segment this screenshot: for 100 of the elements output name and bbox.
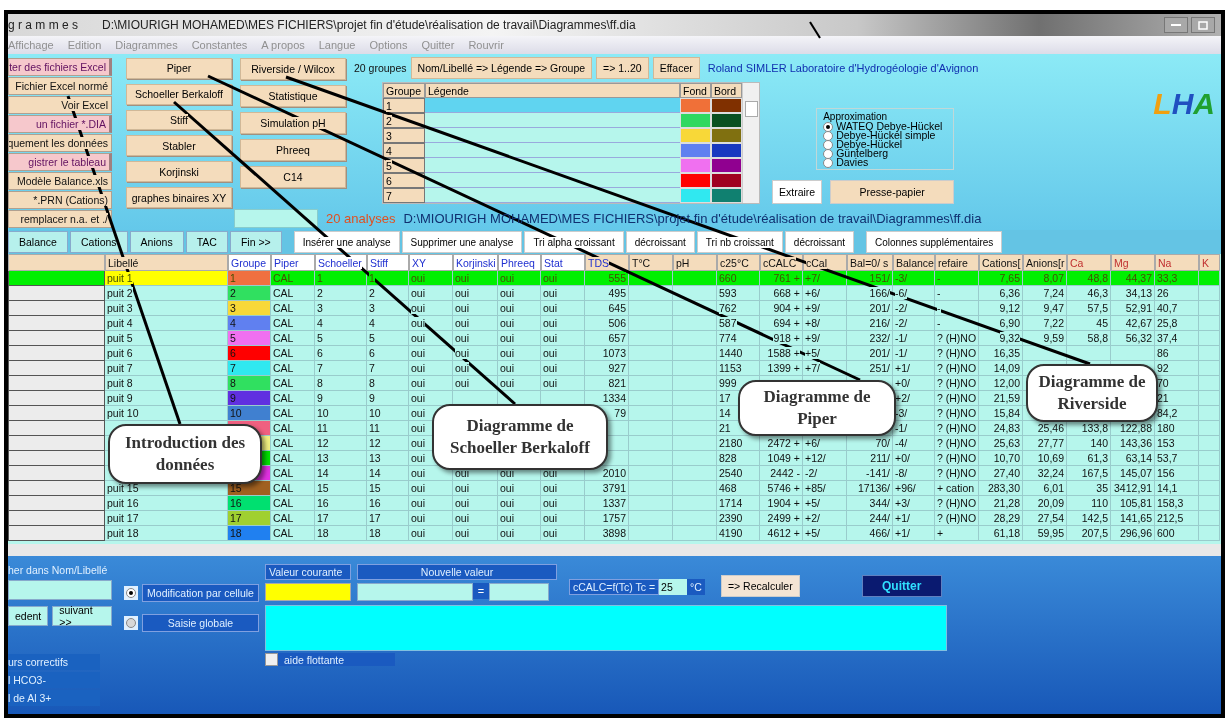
group-button[interactable]: => 1..20	[596, 57, 649, 79]
color-swatch[interactable]	[680, 113, 711, 128]
row-header[interactable]	[8, 331, 105, 346]
color-swatch[interactable]	[680, 158, 711, 173]
group-button[interactable]: Effacer	[652, 57, 700, 79]
row-header[interactable]	[8, 526, 105, 541]
column-header[interactable]: Anions[r	[1023, 254, 1067, 271]
diagram-button[interactable]: Korjinski	[126, 161, 232, 183]
row-header[interactable]	[8, 436, 105, 451]
tab[interactable]: Fin >>	[229, 231, 282, 253]
column-header[interactable]: Schoeller	[315, 254, 367, 271]
new-value-field[interactable]	[357, 583, 473, 601]
row-header[interactable]	[8, 511, 105, 526]
row-header[interactable]	[8, 316, 105, 331]
diagram-button[interactable]: Stiff	[126, 109, 232, 131]
column-header[interactable]: cCALC	[760, 254, 803, 271]
scrollbar[interactable]	[742, 83, 759, 203]
toolbar-button[interactable]: décroissant	[625, 231, 695, 253]
color-swatch[interactable]	[711, 113, 742, 128]
diagram-button[interactable]: Simulation pH	[240, 112, 346, 134]
color-swatch[interactable]	[680, 128, 711, 143]
row-header[interactable]	[8, 481, 105, 496]
temperature-field[interactable]: 25	[659, 579, 688, 595]
radio-button[interactable]	[126, 588, 136, 598]
legend-cell[interactable]	[425, 128, 680, 143]
row-header[interactable]	[8, 466, 105, 481]
row-header[interactable]	[8, 451, 105, 466]
diagram-button[interactable]: Stabler	[126, 135, 232, 157]
legend-cell[interactable]	[425, 113, 680, 128]
color-swatch[interactable]	[711, 143, 742, 158]
tab[interactable]: Cations	[69, 231, 128, 253]
column-header[interactable]: Groupe	[228, 254, 271, 271]
diagram-button[interactable]: Statistique	[240, 85, 346, 107]
recalculate-button[interactable]: => Recalculer	[720, 575, 800, 597]
radio-button[interactable]	[823, 148, 834, 159]
color-swatch[interactable]	[680, 98, 711, 113]
column-header[interactable]: Mg	[1111, 254, 1155, 271]
radio-button[interactable]	[823, 121, 834, 132]
column-header[interactable]: Piper	[271, 254, 315, 271]
legend-cell[interactable]	[425, 98, 680, 113]
diagram-button[interactable]: Schoeller Berkaloff	[126, 83, 232, 105]
row-header[interactable]	[8, 406, 105, 421]
nav-button[interactable]: edent	[8, 606, 49, 626]
toolbar-button[interactable]: Supprimer une analyse	[401, 231, 523, 253]
equals-button[interactable]: =	[473, 583, 489, 599]
row-header[interactable]	[8, 376, 105, 391]
column-header[interactable]: XY	[409, 254, 453, 271]
file-button[interactable]: un fichier *.DIA	[8, 115, 112, 133]
legend-cell[interactable]	[425, 188, 680, 203]
column-header[interactable]: Libellé	[105, 254, 228, 271]
file-button[interactable]: Fichier Excel normé	[8, 77, 112, 95]
radio-button[interactable]	[126, 618, 136, 628]
row-header[interactable]	[8, 271, 105, 286]
current-value-field[interactable]	[265, 583, 351, 601]
file-button[interactable]: *.PRN (Cations)	[8, 191, 112, 209]
toolbar-button[interactable]: Colonnes supplémentaires	[865, 231, 1003, 253]
column-header[interactable]: Balance	[893, 254, 935, 271]
row-header[interactable]	[8, 286, 105, 301]
color-swatch[interactable]	[711, 128, 742, 143]
column-header[interactable]: pH	[673, 254, 717, 271]
input-field[interactable]	[234, 208, 318, 228]
file-button[interactable]: remplacer n.a. et ./	[8, 210, 112, 228]
radio-button[interactable]	[823, 139, 834, 150]
toolbar-button[interactable]: Tri alpha croissant	[524, 231, 624, 253]
minimize-icon[interactable]	[1164, 17, 1188, 33]
column-header[interactable]: Cations[	[979, 254, 1023, 271]
column-header[interactable]: T°C	[629, 254, 673, 271]
maximize-icon[interactable]	[1191, 17, 1215, 33]
action-button[interactable]: Presse-papier	[830, 180, 955, 204]
action-button[interactable]: Extraire	[772, 180, 823, 204]
radio-button[interactable]	[823, 130, 834, 141]
color-swatch[interactable]	[711, 173, 742, 188]
row-header[interactable]	[8, 301, 105, 316]
color-swatch[interactable]	[711, 158, 742, 173]
column-header[interactable]: refaire	[935, 254, 979, 271]
column-header[interactable]: Stiff	[367, 254, 409, 271]
row-header[interactable]	[8, 421, 105, 436]
quit-button[interactable]: Quitter	[861, 575, 942, 597]
diagram-button[interactable]: Piper	[126, 58, 232, 79]
legend-cell[interactable]	[425, 143, 680, 158]
diagram-button[interactable]: Phreeq	[240, 139, 346, 161]
search-field[interactable]	[8, 580, 112, 600]
legend-cell[interactable]	[425, 173, 680, 188]
tab[interactable]: Anions	[129, 231, 184, 253]
column-header[interactable]: Bal=0/ s	[847, 254, 893, 271]
row-header[interactable]	[8, 346, 105, 361]
group-button[interactable]: Nom/Libellé => Légende => Groupe	[410, 57, 593, 79]
column-header[interactable]: Stat	[541, 254, 585, 271]
row-header[interactable]	[8, 361, 105, 376]
color-swatch[interactable]	[680, 143, 711, 158]
column-header[interactable]: Na	[1155, 254, 1199, 271]
file-button[interactable]: Voir Excel	[8, 96, 112, 114]
tab[interactable]: TAC	[185, 231, 228, 253]
file-button[interactable]: ter des fichiers Excel	[8, 58, 112, 76]
column-header[interactable]: Ca	[1067, 254, 1111, 271]
radio-button[interactable]	[823, 157, 834, 168]
color-swatch[interactable]	[711, 188, 742, 203]
toolbar-button[interactable]: Tri nb croissant	[696, 231, 783, 253]
new-value-field[interactable]	[489, 583, 549, 601]
row-header[interactable]	[8, 391, 105, 406]
